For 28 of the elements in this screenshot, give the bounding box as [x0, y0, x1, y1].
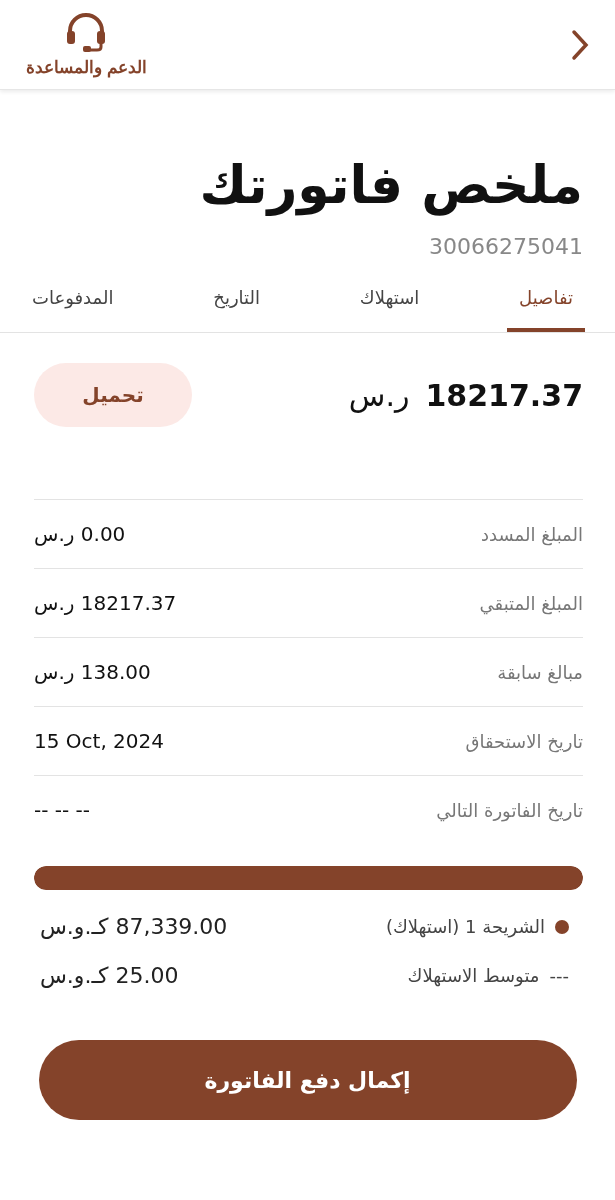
chevron-right-icon: [571, 28, 589, 61]
tab[interactable]: المدفوعات: [20, 273, 126, 333]
detail-label: تاريخ الاستحقاق: [465, 730, 583, 752]
legend-marker: ---: [549, 965, 569, 987]
total-amount: 18217.37: [425, 377, 583, 413]
tab[interactable]: استهلاك: [347, 273, 432, 333]
legend-label: متوسط الاستهلاك: [407, 965, 540, 987]
tab[interactable]: التاريخ: [201, 273, 272, 333]
back-button[interactable]: [571, 28, 589, 61]
pay-bill-button[interactable]: إكمال دفع الفاتورة: [38, 1040, 577, 1120]
detail-value: 15 Oct, 2024: [34, 729, 164, 754]
support-button[interactable]: الدعم والمساعدة: [26, 11, 147, 78]
download-button[interactable]: تحميل: [34, 363, 192, 428]
legend-value: 87,339.00 كـ.و.س: [40, 914, 228, 940]
detail-value: 0.00 ر.س: [34, 522, 126, 547]
detail-value: -- -- --: [34, 798, 90, 823]
legend-label: الشريحة 1 (استهلاك): [385, 916, 545, 938]
detail-label: مبالغ سابقة: [497, 661, 583, 683]
detail-label: تاريخ الفاتورة التالي: [436, 799, 583, 821]
account-number: 30066275041: [428, 234, 583, 260]
page-title: ملخص فاتورتك: [198, 154, 584, 217]
tab[interactable]: تفاصيل: [507, 273, 585, 333]
currency-label: ر.س: [348, 377, 410, 413]
legend-value: 25.00 كـ.و.س: [40, 963, 179, 989]
detail-value: 18217.37 ر.س: [34, 591, 177, 616]
detail-label: المبلغ المتبقي: [479, 592, 583, 614]
detail-label: المبلغ المسدد: [481, 523, 583, 545]
detail-value: 138.00 ر.س: [34, 660, 151, 685]
